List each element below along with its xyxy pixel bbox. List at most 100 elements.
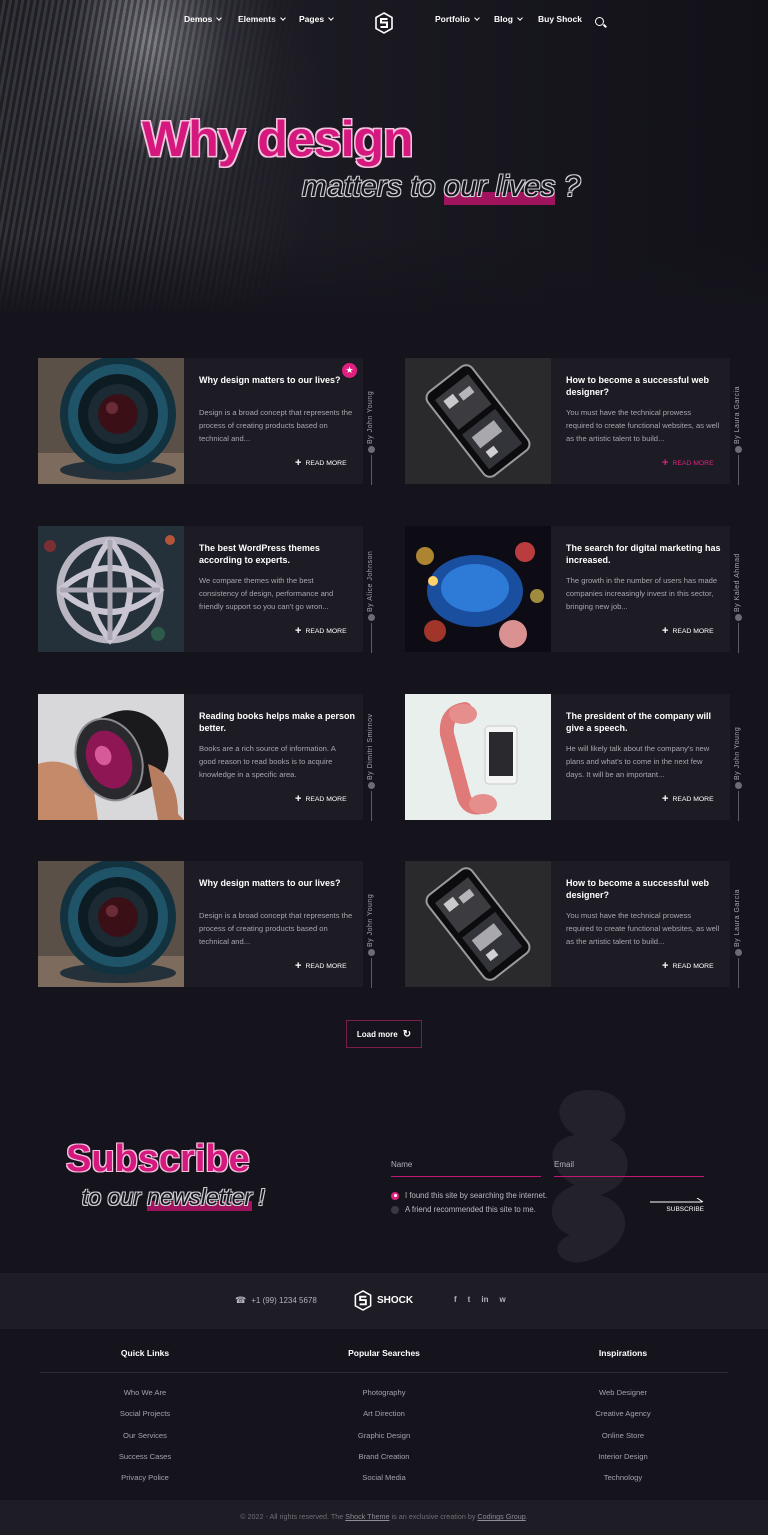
- lattice-ornament-image[interactable]: [38, 526, 184, 652]
- post-card[interactable]: Why design matters to our lives? Design i…: [38, 358, 363, 484]
- post-card[interactable]: How to become a successful web designer?…: [405, 861, 730, 987]
- nav-demos[interactable]: Demos: [184, 14, 223, 24]
- read-more-link[interactable]: + READ MORE: [295, 626, 347, 637]
- post-author[interactable]: By Dimitri Smirnov: [365, 694, 379, 821]
- theme-link[interactable]: Shock Theme: [345, 1512, 389, 1521]
- read-more-link[interactable]: + READ MORE: [295, 960, 347, 972]
- bokeh-lights-image[interactable]: [405, 526, 551, 652]
- footer-logo[interactable]: SHOCK: [354, 1290, 413, 1311]
- load-more-button[interactable]: Load more ↻: [346, 1020, 422, 1048]
- plus-icon: +: [662, 625, 669, 637]
- facebook-icon[interactable]: f: [454, 1295, 457, 1304]
- post-title[interactable]: Why design matters to our lives?: [199, 877, 359, 889]
- hand-lens-image[interactable]: [38, 694, 184, 820]
- footer-link[interactable]: Technology: [543, 1473, 703, 1482]
- footer-link[interactable]: Social Projects: [65, 1409, 225, 1418]
- footer-link[interactable]: Our Services: [65, 1431, 225, 1440]
- post-title[interactable]: Reading books helps make a person better…: [199, 710, 359, 734]
- camera-lens-image[interactable]: [38, 358, 184, 484]
- post-excerpt: You must have the technical prowess requ…: [566, 911, 720, 946]
- footer-link[interactable]: Online Store: [543, 1431, 703, 1440]
- author-avatar-icon: [735, 446, 742, 453]
- footer-link[interactable]: Privacy Police: [65, 1473, 225, 1482]
- footer-column-title: Popular Searches: [348, 1348, 420, 1358]
- radio-unselected[interactable]: [391, 1205, 399, 1214]
- nav-elements[interactable]: Elements: [238, 14, 286, 24]
- post-card[interactable]: Why design matters to our lives? Design i…: [38, 861, 363, 987]
- read-more-link[interactable]: + READ MORE: [662, 794, 714, 805]
- linkedin-icon[interactable]: in: [481, 1295, 488, 1304]
- post-author[interactable]: By John Young: [365, 861, 379, 988]
- footer-link[interactable]: Social Media: [304, 1473, 464, 1482]
- post-excerpt: The growth in the number of users has ma…: [566, 576, 718, 611]
- author-divider: [371, 455, 372, 485]
- search-icon[interactable]: [595, 17, 604, 26]
- post-title[interactable]: Why design matters to our lives?: [199, 374, 359, 386]
- author-avatar-icon: [368, 446, 375, 453]
- plus-icon: +: [662, 457, 669, 469]
- post-card[interactable]: Reading books helps make a person better…: [38, 694, 363, 820]
- name-field[interactable]: [391, 1153, 541, 1177]
- chevron-down-icon: [517, 14, 523, 21]
- post-author[interactable]: By Laura Garcia: [732, 861, 746, 988]
- read-more-link[interactable]: + READ MORE: [295, 794, 347, 805]
- footer-link[interactable]: Creative Agency: [543, 1409, 703, 1418]
- hero-subtitle-highlight: our lives: [443, 170, 556, 203]
- email-field[interactable]: [554, 1153, 704, 1177]
- post-card[interactable]: The president of the company will give a…: [405, 694, 730, 820]
- author-name: By Kaled Ahmad: [734, 553, 741, 612]
- post-card[interactable]: How to become a successful web designer?…: [405, 358, 730, 484]
- post-title[interactable]: The best WordPress themes according to e…: [199, 542, 359, 566]
- shock-logo-icon[interactable]: [375, 12, 393, 34]
- author-avatar-icon: [735, 614, 742, 621]
- author-divider: [738, 455, 739, 485]
- footer-link[interactable]: Graphic Design: [304, 1431, 464, 1440]
- subscribe-button[interactable]: SUBSCRIBE: [650, 1204, 706, 1215]
- footer-link[interactable]: Interior Design: [543, 1452, 703, 1461]
- author-avatar-icon: [368, 949, 375, 956]
- footer-link[interactable]: Art Direction: [304, 1409, 464, 1418]
- footer-phone[interactable]: ☎ +1 (99) 1234 5678: [235, 1295, 317, 1306]
- nav-pages[interactable]: Pages: [299, 14, 334, 24]
- read-more-link[interactable]: + READ MORE: [662, 457, 714, 469]
- post-author[interactable]: By Kaled Ahmad: [732, 526, 746, 653]
- post-author[interactable]: By Laura Garcia: [732, 358, 746, 485]
- nav-buy-shock[interactable]: Buy Shock: [538, 14, 582, 24]
- author-name: By Laura Garcia: [734, 888, 741, 947]
- post-author[interactable]: By John Young: [732, 694, 746, 821]
- post-card[interactable]: The search for digital marketing has inc…: [405, 526, 730, 652]
- referral-option-friend[interactable]: A friend recommended this site to me.: [391, 1205, 536, 1214]
- footer-link[interactable]: Brand Creation: [304, 1452, 464, 1461]
- radio-selected[interactable]: [391, 1191, 399, 1200]
- footer-link[interactable]: Photography: [304, 1388, 464, 1397]
- nav-portfolio[interactable]: Portfolio: [435, 14, 480, 24]
- post-title[interactable]: How to become a successful web designer?: [566, 374, 726, 398]
- whatsapp-icon[interactable]: w: [499, 1295, 505, 1304]
- footer-link[interactable]: Success Cases: [65, 1452, 225, 1461]
- refresh-icon: ↻: [402, 1028, 412, 1040]
- post-title[interactable]: The president of the company will give a…: [566, 710, 726, 734]
- footer-link[interactable]: Who We Are: [65, 1388, 225, 1397]
- pin-icon: ★: [342, 363, 357, 378]
- chevron-down-icon: [328, 14, 334, 21]
- post-title[interactable]: How to become a successful web designer?: [566, 877, 726, 901]
- read-more-link[interactable]: + READ MORE: [662, 960, 714, 972]
- codings-group-link[interactable]: Codings Group: [477, 1512, 525, 1521]
- twitter-icon[interactable]: t: [468, 1295, 471, 1304]
- camera-lens-image[interactable]: [38, 861, 184, 987]
- footer-link[interactable]: Web Designer: [543, 1388, 703, 1397]
- phone-circuit-image[interactable]: [405, 861, 551, 987]
- post-author[interactable]: By John Young: [365, 358, 379, 485]
- referral-option-search[interactable]: I found this site by searching the inter…: [391, 1191, 547, 1200]
- plus-icon: +: [295, 960, 302, 972]
- post-card[interactable]: The best WordPress themes according to e…: [38, 526, 363, 652]
- phone-handset-image[interactable]: [405, 694, 551, 820]
- read-more-link[interactable]: + READ MORE: [662, 625, 714, 637]
- author-avatar-icon: [368, 782, 375, 789]
- post-author[interactable]: By Alice Johnson: [365, 526, 379, 653]
- post-title[interactable]: The search for digital marketing has inc…: [566, 542, 726, 566]
- phone-circuit-image[interactable]: [405, 358, 551, 484]
- plus-icon: +: [662, 960, 669, 972]
- nav-blog[interactable]: Blog: [494, 14, 523, 24]
- read-more-link[interactable]: + READ MORE: [295, 458, 347, 469]
